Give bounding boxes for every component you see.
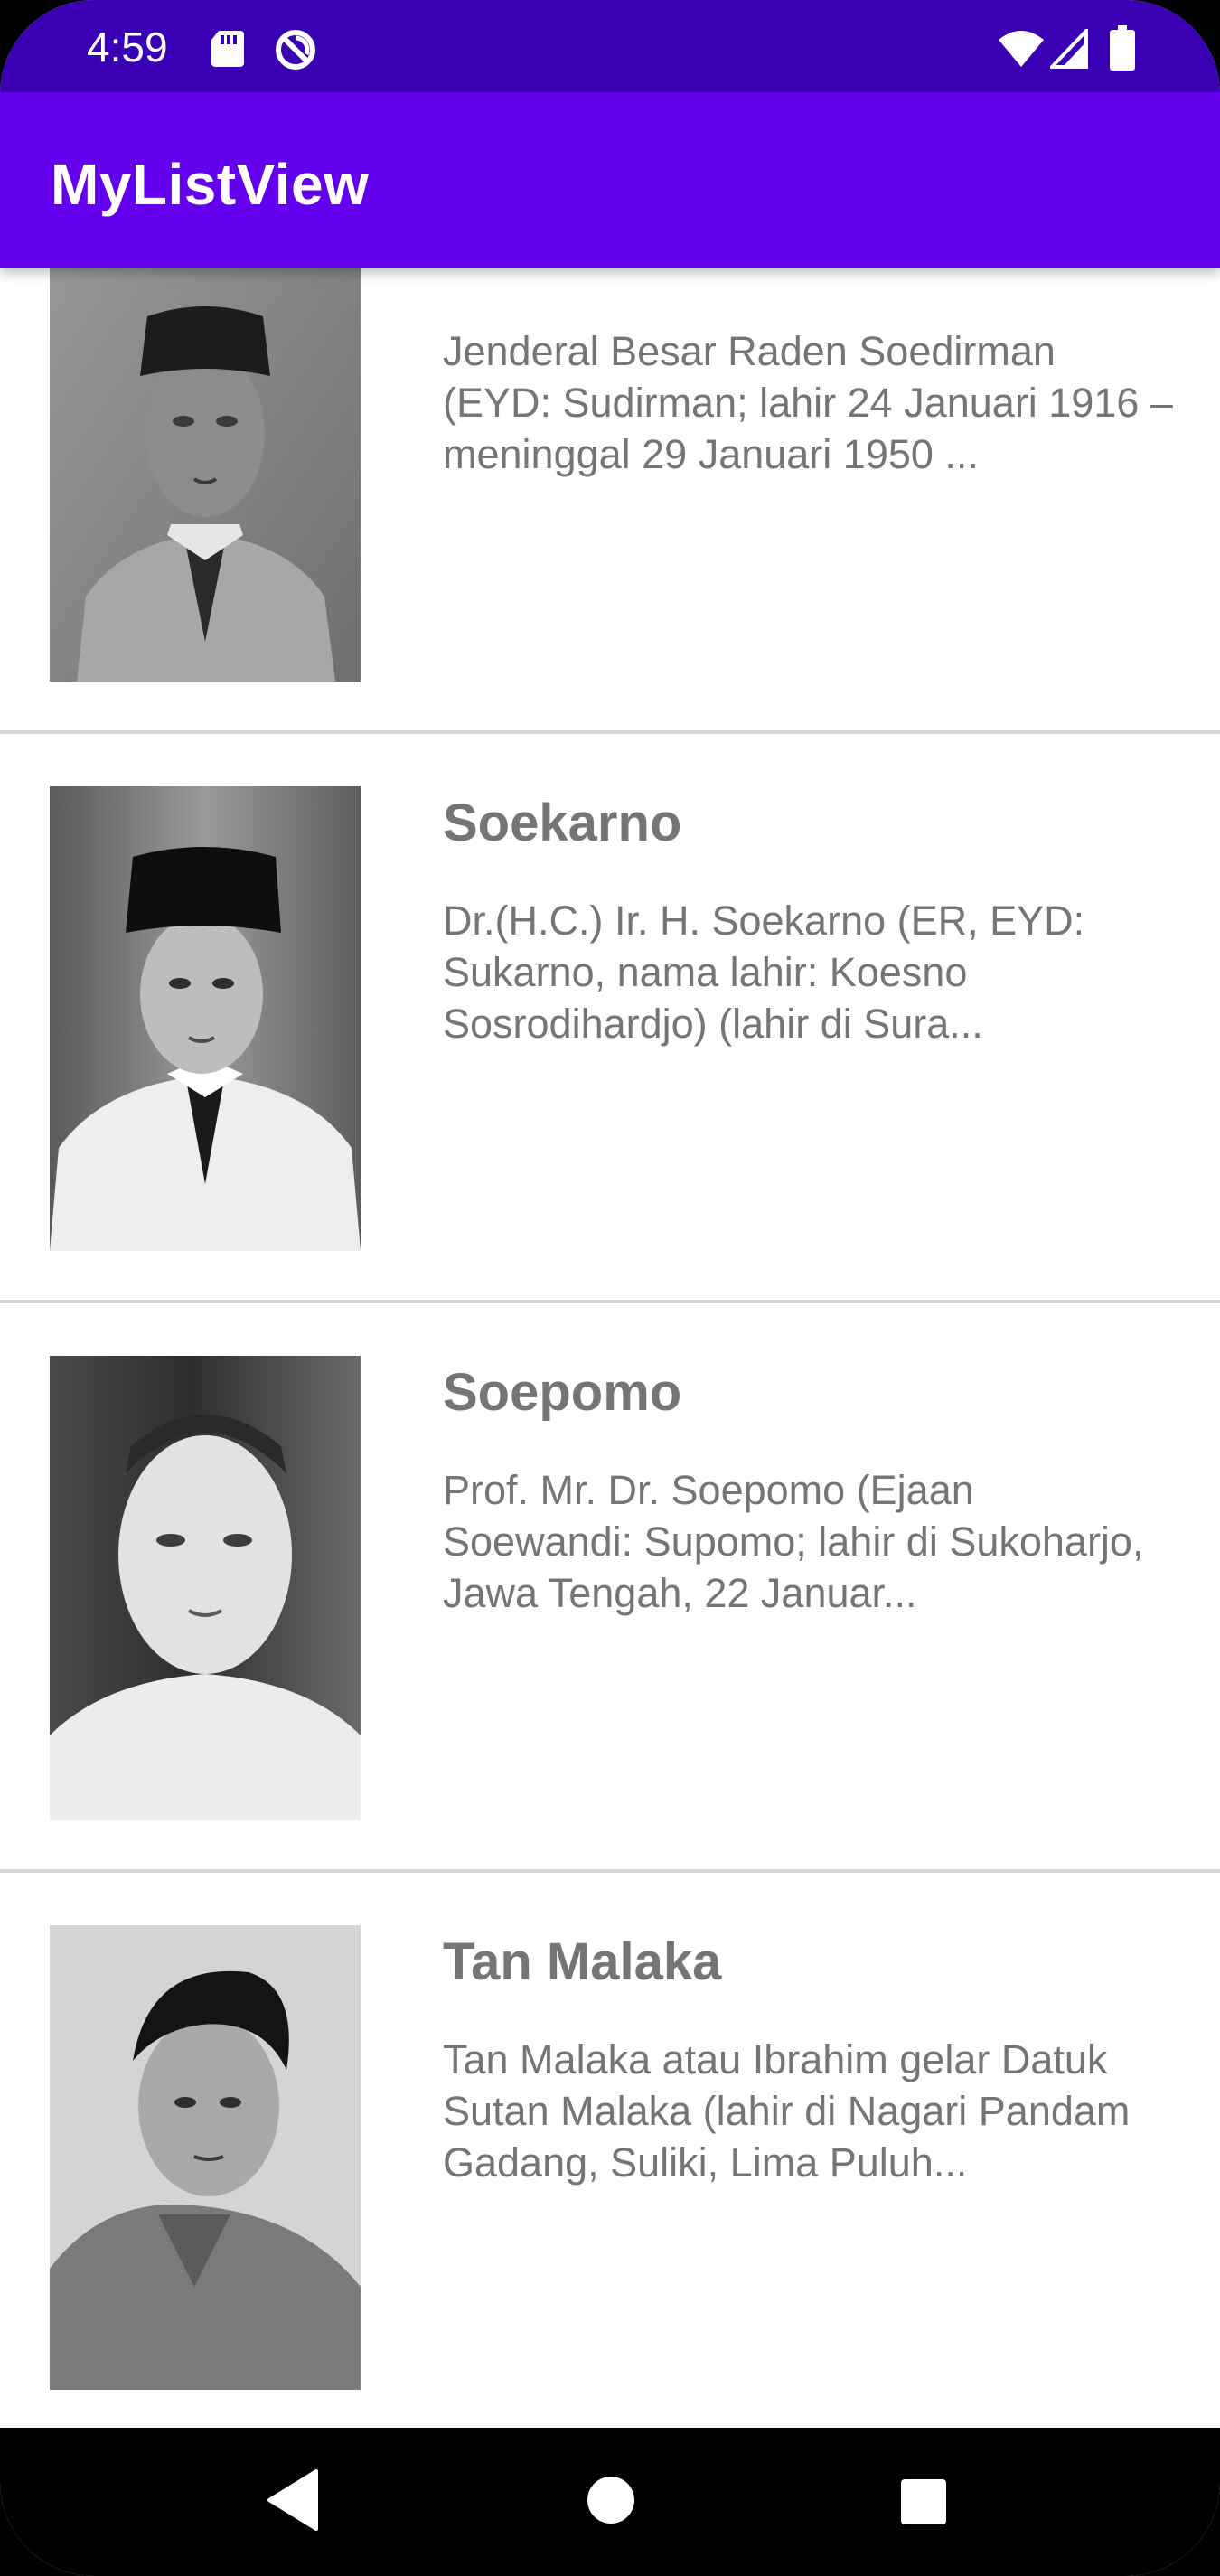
- list-item[interactable]: Soepomo Prof. Mr. Dr. Soepomo (Ejaan Soe…: [0, 1303, 1220, 1873]
- hero-description: Prof. Mr. Dr. Soepomo (Ejaan Soewandi: S…: [443, 1467, 1144, 1616]
- status-time: 4:59: [87, 24, 168, 71]
- hero-name: Tan Malaka: [443, 1932, 722, 1991]
- navigation-bar: [0, 2428, 1220, 2576]
- list-item[interactable]: Jenderal Besar Raden Soedirman (EYD: Sud…: [0, 268, 1220, 734]
- recent-apps-icon[interactable]: [900, 2478, 947, 2525]
- hero-photo-image: [50, 1356, 361, 1820]
- battery-icon: [1110, 25, 1135, 71]
- hero-list[interactable]: Jenderal Besar Raden Soedirman (EYD: Sud…: [0, 268, 1220, 2428]
- app-title: MyListView: [51, 152, 370, 217]
- list-item[interactable]: Tan Malaka Tan Malaka atau Ibrahim gelar…: [0, 1873, 1220, 2428]
- sync-off-icon: [276, 30, 315, 70]
- hero-photo-image: [50, 786, 361, 1251]
- wifi-icon: [999, 31, 1044, 67]
- hero-list-content: Jenderal Besar Raden Soedirman (EYD: Sud…: [0, 268, 1220, 2428]
- hero-description: Dr.(H.C.) Ir. H. Soekarno (ER, EYD: Suka…: [443, 898, 1085, 1047]
- hero-photo-image: [50, 268, 361, 682]
- hero-description: Tan Malaka atau Ibrahim gelar Datuk Suta…: [443, 2036, 1131, 2186]
- signal-icon: [1050, 29, 1088, 69]
- sd-card-icon: [211, 31, 244, 67]
- home-icon[interactable]: [586, 2475, 636, 2525]
- back-icon[interactable]: [266, 2468, 320, 2533]
- hero-photo-image: [50, 1925, 361, 2390]
- status-bar: 4:59: [0, 0, 1220, 92]
- hero-photo: [50, 268, 361, 682]
- hero-name: Soekarno: [443, 794, 682, 852]
- hero-photo: [50, 786, 361, 1251]
- hero-photo: [50, 1356, 361, 1820]
- list-item[interactable]: Soekarno Dr.(H.C.) Ir. H. Soekarno (ER, …: [0, 734, 1220, 1303]
- phone-screen: 4:59 MyListView Jenderal Besar Raden Soe…: [0, 0, 1220, 2576]
- hero-name: Soepomo: [443, 1363, 682, 1422]
- hero-photo: [50, 1925, 361, 2390]
- app-bar: MyListView: [0, 92, 1220, 268]
- hero-description: Jenderal Besar Raden Soedirman (EYD: Sud…: [443, 328, 1173, 477]
